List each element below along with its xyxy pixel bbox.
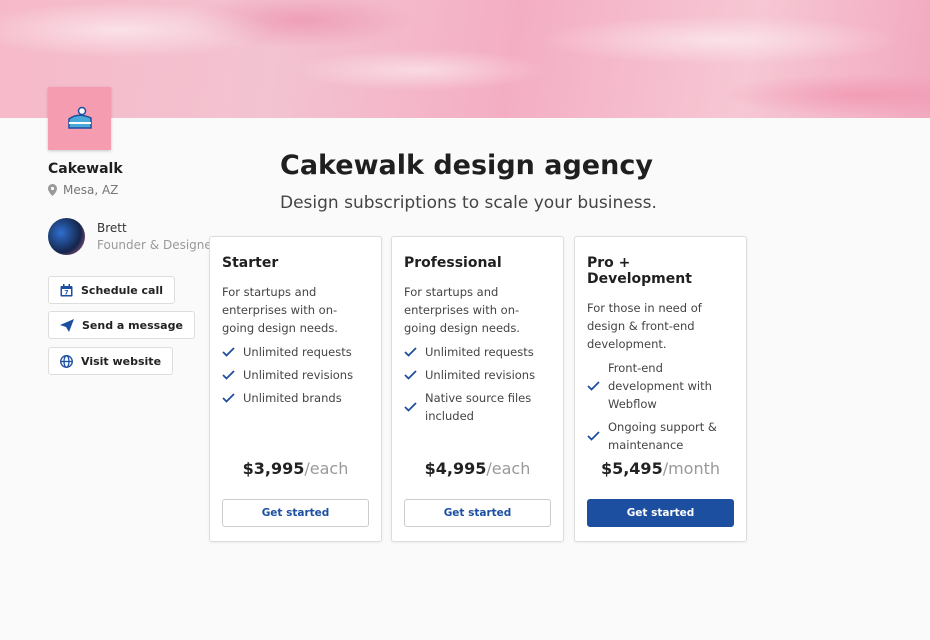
calendar-icon: 7 [60, 283, 73, 296]
check-icon [587, 431, 600, 441]
feature-text: Unlimited requests [425, 345, 534, 359]
feature-item: Ongoing support & maintenance [587, 418, 734, 454]
pricing-card: Pro + Development For those in need of d… [574, 236, 747, 542]
button-label: Visit website [81, 354, 162, 368]
price-unit: /each [486, 459, 531, 478]
pricing-card: Professional For startups and enterprise… [391, 236, 564, 542]
feature-text: Unlimited requests [243, 345, 352, 359]
price-unit: /month [662, 459, 721, 478]
send-message-button[interactable]: Send a message [48, 311, 195, 339]
visit-website-button[interactable]: Visit website [48, 347, 174, 375]
paper-plane-icon [60, 318, 74, 332]
feature-item: Unlimited brands [222, 389, 369, 407]
plan-price: $4,995/each [392, 459, 563, 478]
feature-item: Native source files included [404, 389, 551, 425]
check-icon [404, 347, 417, 357]
price-unit: /each [304, 459, 349, 478]
location-text: Mesa, AZ [63, 183, 119, 197]
cover-banner [0, 0, 930, 118]
feature-text: Ongoing support & maintenance [608, 420, 717, 452]
price-amount: $4,995 [424, 459, 487, 478]
button-label: Schedule call [81, 283, 163, 297]
plan-description: For startups and enterprises with on-goi… [222, 285, 338, 335]
feature-text: Native source files included [425, 391, 532, 423]
get-started-button[interactable]: Get started [222, 499, 369, 527]
plan-description: For startups and enterprises with on-goi… [404, 285, 520, 335]
check-icon [222, 393, 235, 403]
get-started-button[interactable]: Get started [587, 499, 734, 527]
plan-price: $5,495/month [575, 459, 746, 478]
pricing-card: Starter For startups and enterprises wit… [209, 236, 382, 542]
plan-title: Starter [222, 255, 279, 271]
plan-description: For those in need of design & front-end … [587, 301, 702, 351]
map-pin-icon [48, 184, 57, 196]
feature-item: Unlimited revisions [222, 366, 369, 384]
company-name: Cakewalk [48, 161, 123, 177]
feature-item: Unlimited requests [404, 343, 551, 361]
plan-title: Pro + Development [587, 255, 692, 287]
check-icon [222, 370, 235, 380]
feature-text: Unlimited revisions [425, 368, 536, 382]
avatar [48, 218, 85, 255]
button-label: Send a message [82, 318, 183, 332]
price-amount: $3,995 [242, 459, 305, 478]
location: Mesa, AZ [48, 183, 118, 197]
feature-text: Unlimited brands [243, 391, 342, 405]
feature-item: Unlimited revisions [404, 366, 551, 384]
plan-title: Professional [404, 255, 502, 271]
plan-price: $3,995/each [210, 459, 381, 478]
check-icon [222, 347, 235, 357]
feature-item: Unlimited requests [222, 343, 369, 361]
globe-icon [60, 354, 73, 368]
check-icon [404, 402, 417, 412]
schedule-call-button[interactable]: 7 Schedule call [48, 276, 175, 304]
feature-item: Front-end development with Webflow [587, 359, 734, 413]
get-started-button[interactable]: Get started [404, 499, 551, 527]
check-icon [404, 370, 417, 380]
page-title: Cakewalk design agency [280, 150, 653, 181]
price-amount: $5,495 [600, 459, 663, 478]
feature-text: Unlimited revisions [243, 368, 354, 382]
svg-text:7: 7 [64, 289, 68, 296]
team-member: Brett Founder & Designer [48, 218, 217, 255]
member-role: Founder & Designer [97, 238, 217, 252]
check-icon [587, 381, 600, 391]
feature-text: Front-end development with Webflow [608, 361, 712, 411]
member-name: Brett [97, 221, 127, 235]
company-logo [48, 87, 111, 150]
page-subtitle: Design subscriptions to scale your busin… [280, 193, 657, 213]
cake-icon [67, 106, 92, 129]
